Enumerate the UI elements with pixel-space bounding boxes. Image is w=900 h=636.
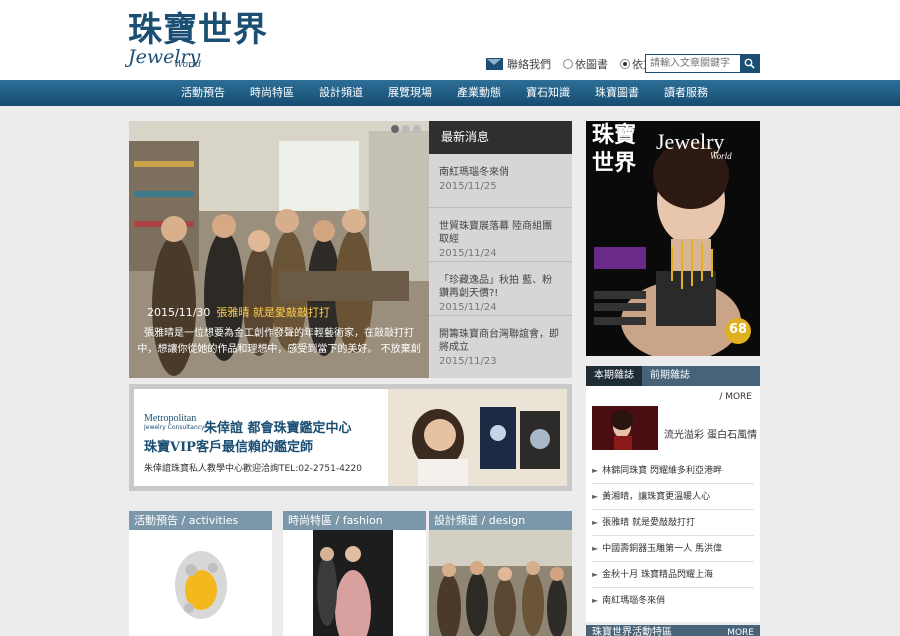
list-item[interactable]: ► 黃湘晴，讓珠寶更溫暖人心 xyxy=(592,484,754,510)
nav-item-design[interactable]: 設計頻道 xyxy=(306,80,375,106)
list-item-label: 張雅晴 就是愛敲敲打打 xyxy=(602,518,696,528)
news-title[interactable]: 世貿珠寶展落幕 陸商組團取經 xyxy=(439,220,562,246)
list-item-label: 南紅瑪瑙冬來俏 xyxy=(602,596,666,606)
nav-item-fashion[interactable]: 時尚特區 xyxy=(237,80,306,106)
list-item-label: 林錦同珠寶 閃耀維多利亞港畔 xyxy=(602,466,723,476)
ad-brand: Metropolitan xyxy=(144,413,197,424)
radio-books-label: 依圖書 xyxy=(575,58,608,71)
search-button[interactable] xyxy=(740,55,759,72)
list-item[interactable]: ► 金秋十月 珠寶精品閃耀上海 xyxy=(592,562,754,588)
contact-link[interactable]: 聯絡我們 xyxy=(507,56,551,72)
ad-brand-sub: Jewelry Consultancy xyxy=(144,424,205,431)
issue-thumbnail[interactable] xyxy=(592,406,658,450)
slider-dot-2[interactable] xyxy=(402,125,410,133)
feature-summary: 張雅晴是一位想要為金工創作發聲的年輕藝術家，在敲敲打打中，想讓你從她的作品和理想… xyxy=(137,328,421,355)
category-heading[interactable]: 設計頻道 / design xyxy=(429,511,572,530)
news-date: 2015/11/25 xyxy=(439,181,497,192)
latest-news: 最新消息 南紅瑪瑙冬來俏 2015/11/25 世貿珠寶展落幕 陸商組團取經 2… xyxy=(429,121,572,378)
nav-item-exhibition[interactable]: 展覽現場 xyxy=(375,80,444,106)
category-heading[interactable]: 活動預告 / activities xyxy=(129,511,272,530)
list-item[interactable]: ► 張雅晴 就是愛敲敲打打 xyxy=(592,510,754,536)
tab-past-issues[interactable]: 前期雜誌 xyxy=(642,366,698,386)
news-title[interactable]: 開籌珠寶商台灣聯誼會，即將成立 xyxy=(439,328,562,354)
nav-item-gem-knowledge[interactable]: 寶石知識 xyxy=(513,80,582,106)
list-item[interactable]: ► 林錦同珠寶 閃耀維多利亞港畔 xyxy=(592,458,754,484)
news-title[interactable]: 南紅瑪瑙冬來俏 xyxy=(439,166,562,179)
events-heading[interactable]: 珠寶世界活動特區 xyxy=(592,627,672,636)
arrow-right-icon: ► xyxy=(592,492,599,501)
list-item-label: 金秋十月 珠寶精品閃耀上海 xyxy=(602,570,714,580)
arrow-right-icon: ► xyxy=(592,518,599,527)
cover-issue-number: 68 xyxy=(728,322,748,337)
ad-photo xyxy=(388,389,567,486)
ad-banner[interactable]: Metropolitan Jewelry Consultancy 朱倖誼 都會珠… xyxy=(129,384,572,491)
news-date: 2015/11/24 xyxy=(439,248,497,259)
ad-headline: 朱倖誼 都會珠寶鑑定中心 xyxy=(204,421,352,436)
feature-caption: 2015/11/30 張雅晴 就是愛敲敲打打 張雅晴是一位想要為金工創作發聲的年輕… xyxy=(129,298,429,378)
list-item-label: 中國壽銅器玉雕第一人 馬洪偉 xyxy=(602,544,723,554)
logo-chinese: 珠寶世界 xyxy=(128,10,268,50)
events-section-header: 珠寶世界活動特區 MORE xyxy=(586,625,760,636)
arrow-right-icon: ► xyxy=(592,596,599,605)
nav-item-activities[interactable]: 活動預告 xyxy=(168,80,237,106)
cover-title-cn: 珠寶世界 xyxy=(592,122,637,176)
radio-books[interactable] xyxy=(563,59,573,69)
list-item[interactable]: ► 中國壽銅器玉雕第一人 馬洪偉 xyxy=(592,536,754,562)
header-toolbar: 聯絡我們 依圖書 依文章 xyxy=(486,54,665,74)
site-header: 珠寶世界 Jewelry World 聯絡我們 依圖書 依文章 xyxy=(0,0,900,80)
nav-item-books[interactable]: 珠寶圖書 xyxy=(582,80,651,106)
cover-title-en-world: World xyxy=(710,151,732,161)
news-heading: 最新消息 xyxy=(429,121,572,154)
issue-panel: / MORE 流光溢彩 蛋白石風情 ► 林錦同珠寶 閃耀維多利亞港畔 ► 黃湘晴，讓… xyxy=(586,386,760,622)
ad-subheadline: 珠寶VIP客戶最信賴的鑑定師 xyxy=(144,440,313,455)
category-image[interactable] xyxy=(129,530,272,636)
main-nav: 活動預告 時尚特區 設計頻道 展覽現場 產業動態 寶石知識 珠寶圖書 讀者服務 xyxy=(0,80,900,106)
issue-thumbnail-caption[interactable]: 流光溢彩 蛋白石風情 xyxy=(664,426,757,441)
issue-tabs: 本期雜誌 前期雜誌 xyxy=(586,366,760,386)
feature-slider: 2015/11/30 張雅晴 就是愛敲敲打打 張雅晴是一位想要為金工創作發聲的年輕… xyxy=(129,121,572,378)
tab-current-issue[interactable]: 本期雜誌 xyxy=(586,366,642,386)
news-item[interactable]: 開籌珠寶商台灣聯誼會，即將成立 2015/11/23 xyxy=(429,316,572,370)
search-input[interactable] xyxy=(646,55,740,72)
feature-title[interactable]: 2015/11/30 張雅晴 就是愛敲敲打打 xyxy=(147,304,330,320)
feature-headline[interactable]: 張雅晴 就是愛敲敲打打 xyxy=(216,306,330,319)
nav-item-industry[interactable]: 產業動態 xyxy=(444,80,513,106)
slider-dot-3[interactable] xyxy=(413,125,421,133)
news-item[interactable]: 世貿珠寶展落幕 陸商組團取經 2015/11/24 xyxy=(429,208,572,262)
arrow-right-icon: ► xyxy=(592,570,599,579)
magazine-cover[interactable]: 珠寶世界 Jewelry World 68 xyxy=(586,121,760,356)
radio-articles[interactable] xyxy=(620,59,630,69)
news-date: 2015/11/24 xyxy=(439,302,497,313)
ad-banner-inner: Metropolitan Jewelry Consultancy 朱倖誼 都會珠… xyxy=(134,389,567,486)
feature-date: 2015/11/30 xyxy=(147,306,211,319)
search-icon xyxy=(744,58,755,69)
mail-icon[interactable] xyxy=(486,58,503,70)
search-box xyxy=(645,54,760,73)
issue-article-list: ► 林錦同珠寶 閃耀維多利亞港畔 ► 黃湘晴，讓珠寶更溫暖人心 ► 張雅晴 就是愛敲敲… xyxy=(592,458,754,614)
site-logo[interactable]: 珠寶世界 Jewelry World xyxy=(128,10,288,70)
more-link[interactable]: / MORE xyxy=(719,392,752,402)
category-fashion[interactable]: 時尚特區 / fashion xyxy=(283,511,426,636)
list-item-label: 黃湘晴，讓珠寶更溫暖人心 xyxy=(602,492,711,502)
events-more-link[interactable]: MORE xyxy=(727,625,754,636)
slider-dots xyxy=(391,125,421,133)
category-activities[interactable]: 活動預告 / activities xyxy=(129,511,272,636)
logo-english-world: World xyxy=(174,60,201,70)
news-title[interactable]: 「珍藏逸品」秋拍 藍、粉鑽再創天價?! xyxy=(439,274,562,300)
category-image[interactable] xyxy=(429,530,572,636)
category-heading[interactable]: 時尚特區 / fashion xyxy=(283,511,426,530)
category-design[interactable]: 設計頻道 / design xyxy=(429,511,572,636)
news-date: 2015/11/23 xyxy=(439,356,497,367)
news-item[interactable]: 南紅瑪瑙冬來俏 2015/11/25 xyxy=(429,154,572,208)
category-image[interactable] xyxy=(283,530,426,636)
arrow-right-icon: ► xyxy=(592,544,599,553)
slider-dot-1[interactable] xyxy=(391,125,399,133)
arrow-right-icon: ► xyxy=(592,466,599,475)
nav-item-reader-service[interactable]: 讀者服務 xyxy=(651,80,720,106)
ad-contact: 朱倖誼珠寶私人教學中心歡迎洽詢TEL:02-2751-4220 xyxy=(144,464,362,474)
news-item[interactable]: 「珍藏逸品」秋拍 藍、粉鑽再創天價?! 2015/11/24 xyxy=(429,262,572,316)
list-item[interactable]: ► 南紅瑪瑙冬來俏 xyxy=(592,588,754,614)
